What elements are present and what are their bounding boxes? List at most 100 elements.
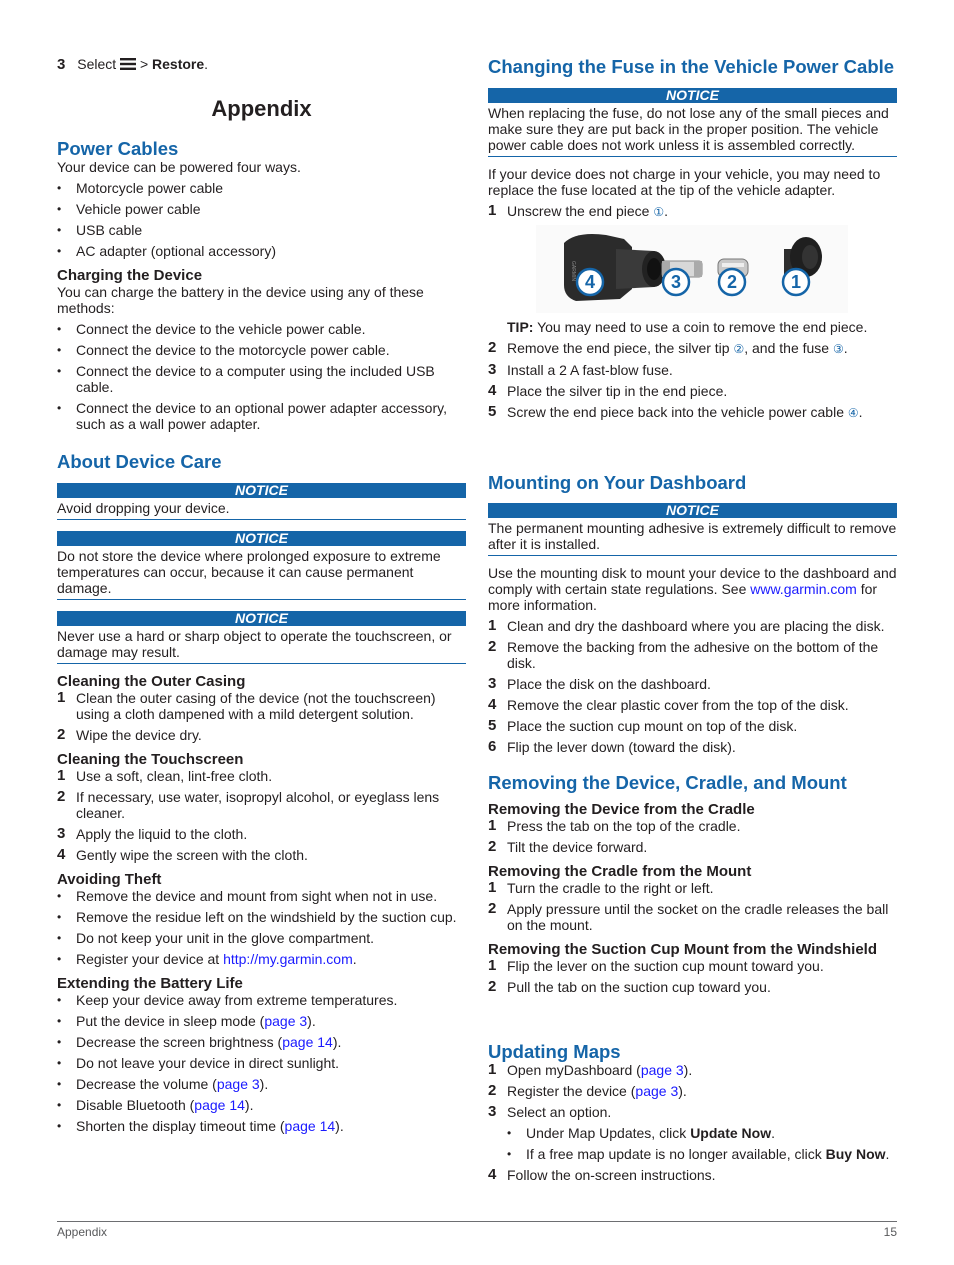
- tip-text: You may need to use a coin to remove the…: [533, 319, 868, 335]
- step-text: Clean the outer casing of the device (no…: [76, 690, 436, 722]
- page-link[interactable]: page 14: [282, 1034, 333, 1050]
- suction-steps: 1 Flip the lever on the suction cup mount…: [488, 958, 897, 996]
- intro-text: Use the mounting disk to mount your devi…: [488, 565, 897, 613]
- page-link[interactable]: page 3: [635, 1083, 678, 1099]
- update-now-label: Update Now: [690, 1125, 772, 1141]
- step-text: Register the device (: [507, 1083, 636, 1099]
- mount-steps: 1 Turn the cradle to the right or left. 2…: [488, 880, 897, 934]
- step-text: Follow the on-screen instructions.: [507, 1167, 716, 1183]
- page-link[interactable]: page 3: [264, 1013, 307, 1029]
- step-number: 2: [488, 900, 497, 917]
- page-link[interactable]: page 14: [285, 1118, 336, 1134]
- step-item: 2 Apply pressure until the socket on the …: [488, 900, 897, 934]
- page-link[interactable]: page 3: [641, 1062, 684, 1078]
- subsection-heading: Removing the Device from the Cradle: [488, 801, 755, 818]
- step-number: 4: [488, 1166, 497, 1183]
- list-item: Under Map Updates, click Update Now.: [507, 1125, 897, 1141]
- step-item: 4 Gently wipe the screen with the cloth.: [57, 846, 466, 864]
- step-number: 4: [488, 382, 497, 399]
- step-number: 4: [488, 696, 497, 713]
- step-number: 2: [488, 838, 497, 855]
- garmin-register-link[interactable]: http://my.garmin.com: [223, 951, 353, 967]
- subsection-heading: Removing the Cradle from the Mount: [488, 863, 752, 880]
- subsection-heading: Extending the Battery Life: [57, 975, 243, 992]
- section-heading: Power Cables: [57, 138, 179, 159]
- notice: NOTICE Do not store the device where pro…: [57, 531, 466, 600]
- step-item: 1 Clean and dry the dashboard where you a…: [488, 617, 897, 635]
- step-text: Place the silver tip in the end piece.: [507, 383, 728, 399]
- list-item: Register your device at http://my.garmin…: [57, 951, 466, 967]
- step-number: 1: [488, 617, 497, 634]
- footer-section: Appendix: [57, 1225, 108, 1239]
- step-text: , and the fuse: [744, 340, 833, 356]
- step-number: 1: [488, 817, 497, 834]
- step-number: 3: [488, 675, 497, 692]
- item-text: Disable Bluetooth (: [76, 1097, 195, 1113]
- step-item: 2 Register the device (page 3).: [488, 1082, 897, 1100]
- list-item: Decrease the volume (page 3).: [57, 1076, 466, 1092]
- step-text: Remove the end piece, the silver tip: [507, 340, 734, 356]
- step-number: 3: [57, 56, 66, 73]
- notice: NOTICE The permanent mounting adhesive i…: [488, 503, 897, 556]
- battery-list: Keep your device away from extreme tempe…: [57, 992, 466, 1134]
- page-footer: Appendix 15: [57, 1221, 897, 1240]
- step-target: Restore: [152, 56, 205, 72]
- notice-label: NOTICE: [57, 531, 466, 546]
- list-item: Connect the device to a computer using t…: [57, 363, 466, 395]
- callout-1: ①: [653, 205, 665, 219]
- notice-text: Avoid dropping your device.: [57, 498, 466, 520]
- callout-3: ③: [832, 342, 844, 356]
- step-number: 2: [488, 1082, 497, 1099]
- step-number: 1: [57, 689, 66, 706]
- intro-text: Your device can be powered four ways.: [57, 159, 301, 175]
- subsection-heading: Cleaning the Outer Casing: [57, 673, 246, 690]
- section-heading: Updating Maps: [488, 1041, 621, 1062]
- item-suffix: ).: [307, 1013, 316, 1029]
- step-suffix: .: [204, 56, 209, 72]
- step-text: Select: [77, 56, 117, 72]
- step-item: 1 Use a soft, clean, lint-free cloth.: [57, 768, 466, 785]
- step-item: 3 Place the disk on the dashboard.: [488, 675, 897, 693]
- page-link[interactable]: page 14: [194, 1097, 245, 1113]
- step-number: 2: [488, 638, 497, 655]
- fuse-section: Changing the Fuse in the Vehicle Power C…: [488, 56, 897, 426]
- list-item: Vehicle power cable: [57, 201, 466, 217]
- step-text: Remove the clear plastic cover from the …: [507, 697, 849, 713]
- notice: NOTICE When replacing the fuse, do not l…: [488, 88, 897, 157]
- notice-label: NOTICE: [57, 611, 466, 626]
- step-number: 4: [57, 846, 66, 863]
- step-number: 2: [57, 726, 66, 743]
- step-number: 6: [488, 738, 497, 755]
- step-text: Apply the liquid to the cloth.: [76, 826, 248, 842]
- page-link[interactable]: page 3: [217, 1076, 260, 1092]
- item-text: Shorten the display timeout time (: [76, 1118, 285, 1134]
- tip-label: TIP:: [507, 319, 534, 335]
- notice-text: Do not store the device where prolonged …: [57, 546, 466, 600]
- step-text: Place the suction cup mount on top of th…: [507, 718, 798, 734]
- step-text: Gently wipe the screen with the cloth.: [76, 847, 308, 863]
- step-text: Screw the end piece back into the vehicl…: [507, 404, 848, 420]
- maps-steps: 1 Open myDashboard (page 3). 2 Register th…: [488, 1061, 897, 1184]
- step-number: 1: [488, 1061, 497, 1078]
- item-suffix: ).: [335, 1118, 344, 1134]
- top-step: 3 Select > Restore.: [57, 56, 466, 73]
- charging-list: Connect the device to the vehicle power …: [57, 321, 466, 432]
- power-cable-list: Motorcycle power cable Vehicle power cab…: [57, 180, 466, 259]
- step-text: Use a soft, clean, lint-free cloth.: [76, 768, 273, 784]
- step-item: 1 Flip the lever on the suction cup mount…: [488, 958, 897, 975]
- step-number: 3: [488, 1103, 497, 1120]
- step-item: 2 Remove the end piece, the silver tip ②,…: [488, 340, 897, 357]
- garmin-website-link[interactable]: www.garmin.com: [750, 581, 857, 597]
- callout-label: 1: [791, 272, 801, 292]
- list-item: Connect the device to the vehicle power …: [57, 321, 466, 337]
- touchscreen-steps: 1 Use a soft, clean, lint-free cloth. 2 If…: [57, 768, 466, 864]
- notice: NOTICE Never use a hard or sharp object …: [57, 611, 466, 664]
- step-item: 2 Remove the backing from the adhesive on…: [488, 638, 897, 672]
- step-item: 1 Turn the cradle to the right or left.: [488, 880, 897, 897]
- list-item: If a free map update is no longer availa…: [507, 1146, 897, 1162]
- subsection-heading: Removing the Suction Cup Mount from the …: [488, 941, 878, 958]
- menu-icon: [120, 58, 137, 70]
- callout-4: ④: [847, 406, 859, 420]
- step-text: Place the disk on the dashboard.: [507, 676, 711, 692]
- options-list: Under Map Updates, click Update Now. If …: [507, 1125, 897, 1162]
